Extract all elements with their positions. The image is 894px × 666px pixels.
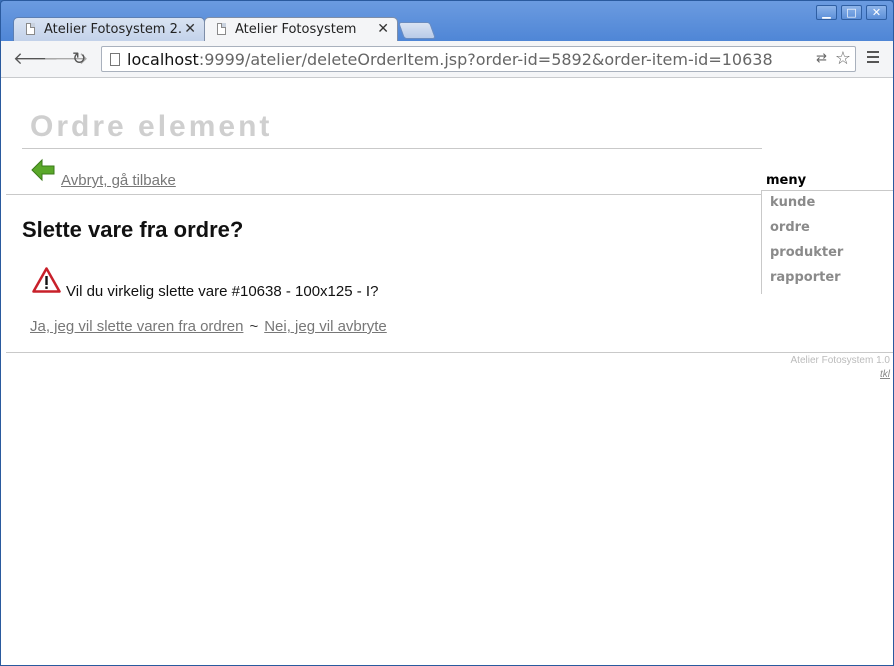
page-icon (26, 23, 35, 35)
confirm-actions: Ja, jeg vil slette varen fra ordren ~ Nei,… (30, 318, 387, 335)
browser-window: Atelier Fotosystem 2.0 ✕ Atelier Fotosys… (0, 0, 894, 666)
side-menu: meny kunde ordre produkter rapporter (761, 173, 893, 294)
address-bar[interactable]: localhost:9999/atelier/deleteOrderItem.j… (101, 46, 856, 72)
menu-item-rapporter[interactable]: rapporter (762, 269, 893, 294)
tab-strip: Atelier Fotosystem 2.0 ✕ Atelier Fotosys… (1, 1, 893, 41)
page-icon (217, 23, 226, 35)
confirm-delete-link[interactable]: Ja, jeg vil slette varen fra ordren (30, 318, 243, 335)
tab-active[interactable]: Atelier Fotosystem ✕ (204, 17, 398, 41)
page-title: Ordre element (30, 110, 273, 143)
page-icon (110, 53, 120, 66)
back-arrow-icon[interactable] (31, 158, 55, 182)
minimize-button[interactable]: ▁ (816, 5, 837, 20)
maximize-button[interactable]: □ (841, 5, 862, 20)
bookmark-star-icon[interactable]: ☆ (835, 48, 851, 69)
divider (6, 352, 893, 353)
close-window-button[interactable]: ✕ (866, 5, 887, 20)
footer-version: Atelier Fotosystem 1.0 (790, 355, 890, 366)
confirm-question: Vil du virkelig slette vare #10638 - 100… (66, 283, 379, 300)
divider (22, 148, 762, 149)
tab-title: Atelier Fotosystem 2.0 (44, 22, 182, 37)
footer: Atelier Fotosystem 1.0 tkl (791, 354, 890, 382)
divider (6, 194, 762, 195)
close-tab-icon[interactable]: ✕ (184, 21, 196, 37)
new-tab-button[interactable] (397, 22, 437, 39)
page-content: Ordre element Avbryt, gå tilbake Slette … (1, 78, 893, 665)
menu-item-kunde[interactable]: kunde (762, 194, 893, 219)
menu-title: meny (766, 173, 807, 188)
browser-menu-icon[interactable] (867, 51, 879, 66)
menu-item-produkter[interactable]: produkter (762, 244, 893, 269)
cancel-link[interactable]: Nei, jeg vil avbryte (264, 318, 387, 335)
warning-icon (32, 267, 61, 293)
browser-toolbar: 🡐 🡒 ↻ localhost:9999/atelier/deleteOrder… (1, 41, 893, 78)
cancel-back-link[interactable]: Avbryt, gå tilbake (61, 172, 176, 189)
confirm-heading: Slette vare fra ordre? (22, 217, 244, 242)
tab-inactive[interactable]: Atelier Fotosystem 2.0 ✕ (13, 17, 205, 41)
footer-link[interactable]: tkl (880, 369, 890, 380)
translate-icon[interactable]: ⇄ (816, 51, 827, 66)
menu-list: kunde ordre produkter rapporter (761, 190, 893, 294)
url-text[interactable]: localhost:9999/atelier/deleteOrderItem.j… (127, 50, 773, 69)
close-tab-icon[interactable]: ✕ (377, 21, 389, 37)
reload-icon[interactable]: ↻ (72, 50, 86, 68)
separator: ~ (249, 318, 259, 335)
menu-item-ordre[interactable]: ordre (762, 219, 893, 244)
tab-title: Atelier Fotosystem (235, 22, 357, 37)
